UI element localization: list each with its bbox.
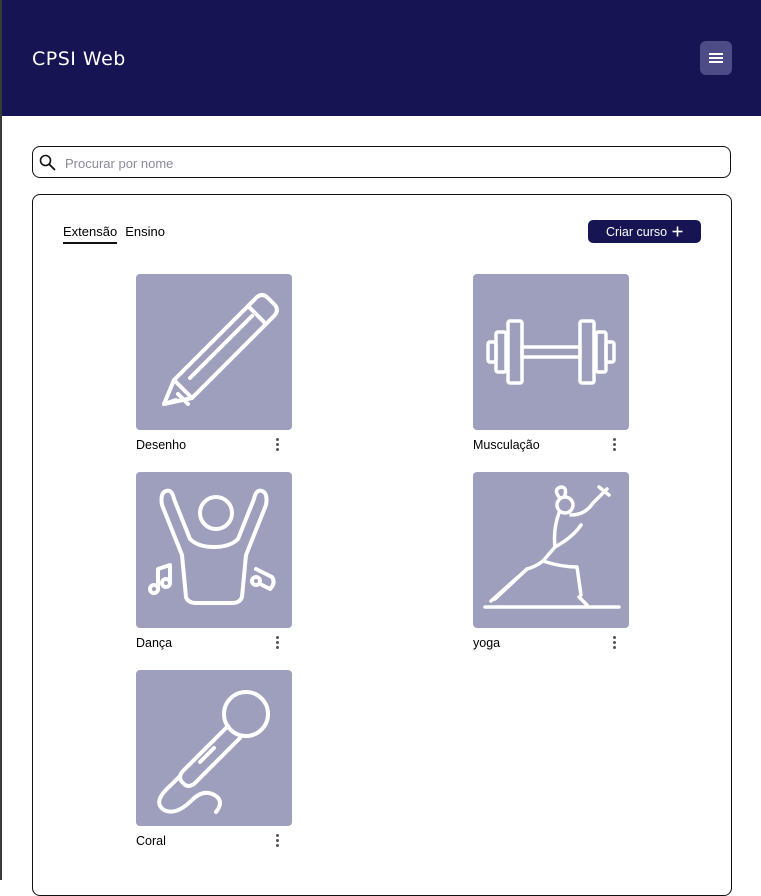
course-name[interactable]: Coral (136, 834, 166, 848)
pencil-icon (162, 293, 279, 406)
create-course-label: Criar curso (605, 224, 668, 239)
search-input[interactable] (63, 150, 707, 176)
course-thumbnail[interactable] (473, 472, 629, 628)
more-options-icon[interactable] (610, 636, 618, 652)
course-card-danca[interactable]: Dança (136, 472, 294, 655)
course-thumbnail[interactable] (473, 274, 629, 430)
create-course-button[interactable]: Criar curso (588, 220, 701, 243)
microphone-icon (157, 690, 270, 814)
app-header: CPSI Web (2, 0, 761, 116)
menu-button[interactable] (700, 41, 732, 75)
course-name[interactable]: Musculação (473, 438, 540, 452)
course-name[interactable]: Desenho (136, 438, 186, 452)
course-thumbnail[interactable] (136, 472, 292, 628)
course-name[interactable]: yoga (473, 636, 500, 650)
tab-ensino[interactable]: Ensino (125, 224, 165, 244)
more-options-icon[interactable] (273, 834, 281, 850)
course-thumbnail[interactable] (136, 670, 292, 826)
yoga-pose-icon (483, 485, 621, 609)
dancer-icon (148, 488, 276, 605)
more-options-icon[interactable] (273, 636, 281, 652)
search-bar (32, 146, 731, 178)
app-title: CPSI Web (32, 48, 126, 70)
dumbbell-icon (486, 319, 616, 385)
more-options-icon[interactable] (273, 438, 281, 454)
course-card-yoga[interactable]: yoga (473, 472, 631, 655)
course-card-musculacao[interactable]: Musculação (473, 274, 631, 457)
window-border (0, 0, 2, 880)
more-options-icon[interactable] (610, 438, 618, 454)
course-name[interactable]: Dança (136, 636, 172, 650)
tab-extensao[interactable]: Extensão (63, 224, 118, 244)
course-thumbnail[interactable] (136, 274, 292, 430)
course-tabs: Extensão Ensino (63, 224, 165, 244)
course-card-coral[interactable]: Coral (136, 670, 294, 853)
courses-panel: Extensão Ensino Criar curso Desenho Musc… (32, 194, 732, 896)
course-card-desenho[interactable]: Desenho (136, 274, 294, 457)
search-icon (39, 154, 56, 171)
plus-icon (672, 226, 683, 237)
hamburger-menu-icon (709, 53, 723, 63)
